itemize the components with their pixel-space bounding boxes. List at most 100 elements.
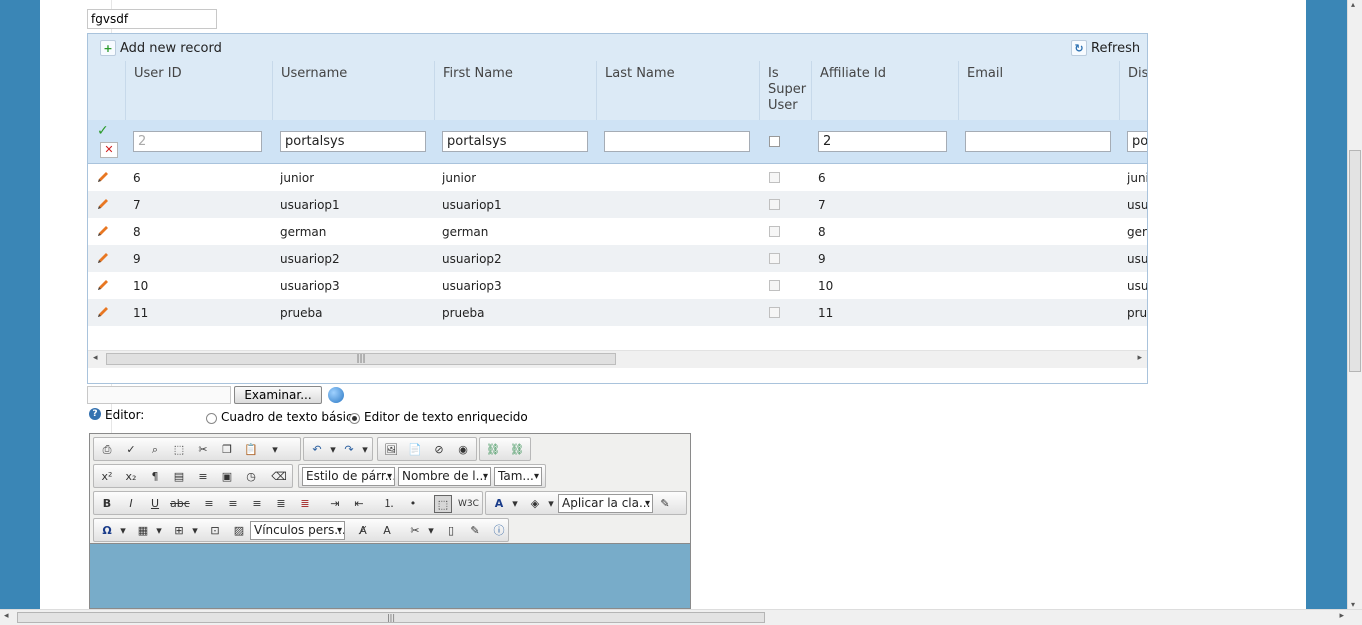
xhtml-validator-icon[interactable]: W3C bbox=[458, 495, 479, 513]
justify-icon[interactable]: ≣ bbox=[272, 495, 290, 513]
align-right-icon[interactable]: ≡ bbox=[248, 495, 266, 513]
subscript-icon[interactable]: x₂ bbox=[122, 468, 140, 486]
rich-editor-label[interactable]: Editor de texto enriquecido bbox=[364, 410, 528, 424]
spellcheck-icon[interactable]: ✓ bbox=[122, 441, 140, 459]
bold-icon[interactable]: B bbox=[98, 495, 116, 513]
edit-last-name-field[interactable] bbox=[604, 131, 750, 152]
convert-lower-icon[interactable]: A̸ bbox=[354, 522, 372, 540]
flash-manager-icon[interactable]: ⊘ bbox=[430, 441, 448, 459]
strikethrough-icon[interactable]: abc bbox=[170, 495, 190, 513]
window-horizontal-thumb[interactable]: ||| bbox=[17, 612, 765, 623]
save-icon[interactable]: ▯ bbox=[442, 522, 460, 540]
save-check-icon[interactable]: ✓ bbox=[97, 123, 109, 139]
format-stripper-icon[interactable]: ⌫ bbox=[270, 468, 288, 486]
browse-button[interactable]: Examinar... bbox=[234, 386, 322, 404]
paste-icon[interactable]: 📋 bbox=[242, 441, 260, 459]
paragraph-style-select[interactable]: Estilo de párr... bbox=[302, 467, 395, 486]
window-horizontal-scrollbar[interactable]: ◂ ||| ▸ bbox=[0, 609, 1362, 625]
paste-options-icon[interactable]: ▾ bbox=[266, 441, 284, 459]
basic-textbox-radio[interactable] bbox=[206, 413, 217, 424]
media-manager-icon[interactable]: ◉ bbox=[454, 441, 472, 459]
bulleted-list-icon[interactable]: • bbox=[404, 495, 422, 513]
edit-pencil-icon[interactable] bbox=[96, 170, 110, 184]
find-icon[interactable]: ⌕ bbox=[146, 441, 164, 459]
paragraph-icon[interactable]: ¶ bbox=[146, 468, 164, 486]
font-name-select[interactable]: Nombre de l... bbox=[398, 467, 491, 486]
edit-is-super-user-checkbox[interactable] bbox=[769, 136, 780, 147]
image-manager-icon[interactable]: 🖼 bbox=[382, 441, 400, 459]
header-last-name[interactable]: Last Name bbox=[596, 61, 759, 120]
scroll-up-arrow-icon[interactable]: ▴ bbox=[1351, 0, 1355, 9]
header-affiliate-id[interactable]: Affiliate Id bbox=[811, 61, 958, 120]
align-left-icon[interactable]: ≡ bbox=[200, 495, 218, 513]
toggle-border-icon[interactable]: ⬚ bbox=[434, 495, 452, 513]
copy-icon[interactable]: ❐ bbox=[218, 441, 236, 459]
align-center-icon[interactable]: ≡ bbox=[224, 495, 242, 513]
apply-css-class-select[interactable]: Aplicar la cla... bbox=[558, 494, 653, 513]
cut-icon[interactable]: ✂ bbox=[194, 441, 212, 459]
italic-icon[interactable]: I bbox=[122, 495, 140, 513]
grid-horizontal-scrollbar[interactable]: ◂ ||| ▸ bbox=[88, 350, 1147, 368]
window-vertical-scrollbar[interactable]: ▴ ▾ bbox=[1347, 0, 1362, 609]
scroll-down-arrow-icon[interactable]: ▾ bbox=[1351, 600, 1355, 609]
about-icon[interactable]: ⓘ bbox=[490, 522, 508, 540]
header-is-super-user[interactable]: Is Super User bbox=[759, 61, 811, 120]
font-size-select[interactable]: Tam... bbox=[494, 467, 542, 486]
header-email[interactable]: Email bbox=[958, 61, 1119, 120]
grid-scroll-thumb[interactable]: ||| bbox=[106, 353, 616, 365]
help-icon[interactable]: ? bbox=[89, 408, 101, 420]
unlink-icon[interactable]: ⛓ bbox=[508, 441, 526, 459]
edit-email-field[interactable] bbox=[965, 131, 1111, 152]
window-scroll-left-icon[interactable]: ◂ bbox=[4, 611, 9, 621]
image-map-icon[interactable]: ⊡ bbox=[206, 522, 224, 540]
remove-alignment-icon[interactable]: ≣ bbox=[296, 495, 314, 513]
select-all-icon[interactable]: ⬚ bbox=[170, 441, 188, 459]
superscript-icon[interactable]: x² bbox=[98, 468, 116, 486]
line-icon[interactable]: ≡ bbox=[194, 468, 212, 486]
numbered-list-icon[interactable]: ⒈ bbox=[380, 495, 398, 513]
underline-icon[interactable]: U bbox=[146, 495, 164, 513]
window-vertical-thumb[interactable] bbox=[1349, 150, 1361, 372]
basic-textbox-label[interactable]: Cuadro de texto básico bbox=[221, 410, 360, 424]
edit-user-id-field[interactable] bbox=[133, 131, 262, 152]
window-scroll-right-icon[interactable]: ▸ bbox=[1339, 611, 1344, 621]
edit-first-name-field[interactable] bbox=[442, 131, 588, 152]
insert-form-dropdown-icon[interactable]: ▾ bbox=[186, 522, 204, 540]
format-painter-icon[interactable]: ✎ bbox=[656, 495, 674, 513]
rich-editor-radio[interactable] bbox=[349, 413, 360, 424]
outdent-icon[interactable]: ⇤ bbox=[350, 495, 368, 513]
template-icon[interactable]: ▣ bbox=[218, 468, 236, 486]
snippet-icon[interactable]: ▤ bbox=[170, 468, 188, 486]
cancel-x-icon[interactable]: ✕ bbox=[100, 142, 118, 158]
header-first-name[interactable]: First Name bbox=[434, 61, 596, 120]
font-color-dropdown-icon[interactable]: ▾ bbox=[506, 495, 524, 513]
file-path-field[interactable] bbox=[87, 386, 231, 404]
upload-globe-icon[interactable] bbox=[328, 387, 344, 403]
edit-display-name-field[interactable] bbox=[1127, 131, 1147, 152]
special-characters-dropdown-icon[interactable]: ▾ bbox=[114, 522, 132, 540]
track-changes-icon[interactable]: ✎ bbox=[466, 522, 484, 540]
custom-links-select[interactable]: Vínculos pers... bbox=[250, 521, 345, 540]
document-manager-icon[interactable]: 📄 bbox=[406, 441, 424, 459]
convert-upper-icon[interactable]: A bbox=[378, 522, 396, 540]
edit-pencil-icon[interactable] bbox=[96, 278, 110, 292]
header-display-name[interactable]: Dis bbox=[1119, 61, 1147, 120]
image-properties-icon[interactable]: ▨ bbox=[230, 522, 248, 540]
module-manager-dropdown-icon[interactable]: ▾ bbox=[422, 522, 440, 540]
edit-pencil-icon[interactable] bbox=[96, 224, 110, 238]
editor-content-area[interactable] bbox=[90, 543, 690, 608]
scroll-right-arrow-icon[interactable]: ▸ bbox=[1137, 353, 1142, 363]
redo-dropdown-icon[interactable]: ▾ bbox=[356, 441, 374, 459]
link-icon[interactable]: ⛓ bbox=[484, 441, 502, 459]
print-icon[interactable]: ⎙ bbox=[98, 441, 116, 459]
name-input[interactable] bbox=[87, 9, 217, 29]
scroll-left-arrow-icon[interactable]: ◂ bbox=[93, 353, 98, 363]
edit-affiliate-id-field[interactable] bbox=[818, 131, 947, 152]
refresh-button[interactable]: ↻ Refresh bbox=[1071, 39, 1140, 57]
header-user-id[interactable]: User ID bbox=[125, 61, 272, 120]
edit-pencil-icon[interactable] bbox=[96, 197, 110, 211]
header-username[interactable]: Username bbox=[272, 61, 434, 120]
add-record-button[interactable]: + Add new record bbox=[100, 39, 222, 57]
date-time-icon[interactable]: ◷ bbox=[242, 468, 260, 486]
edit-pencil-icon[interactable] bbox=[96, 251, 110, 265]
